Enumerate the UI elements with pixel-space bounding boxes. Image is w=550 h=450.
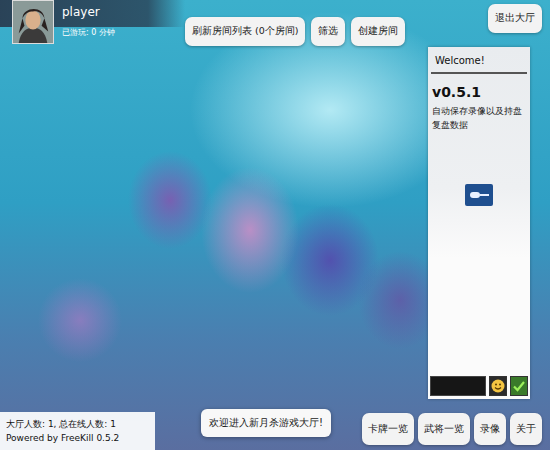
- toolbar-button[interactable]: 刷新房间列表 (0个房间): [185, 17, 305, 46]
- chat-title: Welcome!: [431, 47, 527, 74]
- message-body: 自动保存录像以及持盘复盘数据: [432, 104, 526, 132]
- bottom-menu: 卡牌一览武将一览录像关于: [362, 413, 542, 445]
- status-box: 大厅人数: 1, 总在线人数: 1Powered by FreeKill 0.5…: [0, 412, 155, 450]
- check-icon: [512, 379, 526, 393]
- menu-button[interactable]: 录像: [474, 413, 506, 445]
- avatar-icon[interactable]: [12, 0, 54, 44]
- powered-by: Powered by FreeKill 0.5.2: [6, 431, 149, 445]
- toolbar-button[interactable]: 创建房间: [351, 17, 405, 46]
- emoji-button[interactable]: [489, 376, 507, 396]
- exit-lobby-button[interactable]: 退出大厅: [488, 4, 542, 33]
- menu-button[interactable]: 武将一览: [418, 413, 470, 445]
- playtime: 已游玩: 0 分钟: [62, 26, 115, 40]
- chat-input-row: [428, 373, 530, 399]
- send-button[interactable]: [510, 376, 528, 396]
- connection-icon: [465, 184, 493, 206]
- lobby-main: Welcome! v0.5.1 自动保存录像以及持盘复盘数据: [0, 47, 550, 402]
- menu-button[interactable]: 卡牌一览: [362, 413, 414, 445]
- chat-panel: Welcome! v0.5.1 自动保存录像以及持盘复盘数据: [428, 47, 530, 399]
- top-bar: player 已游玩: 0 分钟 刷新房间列表 (0个房间)筛选创建房间 退出大厅: [0, 0, 550, 47]
- toolbar-button[interactable]: 筛选: [311, 17, 345, 46]
- lobby-screen: player 已游玩: 0 分钟 刷新房间列表 (0个房间)筛选创建房间 退出大厅 We…: [0, 0, 550, 450]
- player-info: player 已游玩: 0 分钟: [54, 0, 115, 40]
- bottom-bar: 大厅人数: 1, 总在线人数: 1Powered by FreeKill 0.5…: [0, 402, 550, 450]
- chat-message: v0.5.1 自动保存录像以及持盘复盘数据: [432, 84, 526, 132]
- room-toolbar: 刷新房间列表 (0个房间)筛选创建房间: [185, 17, 405, 46]
- message-heading: v0.5.1: [432, 84, 526, 100]
- chat-input[interactable]: [430, 376, 486, 396]
- player-name: player: [62, 0, 115, 24]
- online-counts: 大厅人数: 1, 总在线人数: 1: [6, 417, 149, 431]
- chat-body: v0.5.1 自动保存录像以及持盘复盘数据: [428, 74, 530, 373]
- smiley-icon: [491, 379, 505, 393]
- menu-button[interactable]: 关于: [510, 413, 542, 445]
- player-card: player 已游玩: 0 分钟: [0, 0, 185, 44]
- welcome-toast: 欢迎进入新月杀游戏大厅!: [201, 409, 331, 437]
